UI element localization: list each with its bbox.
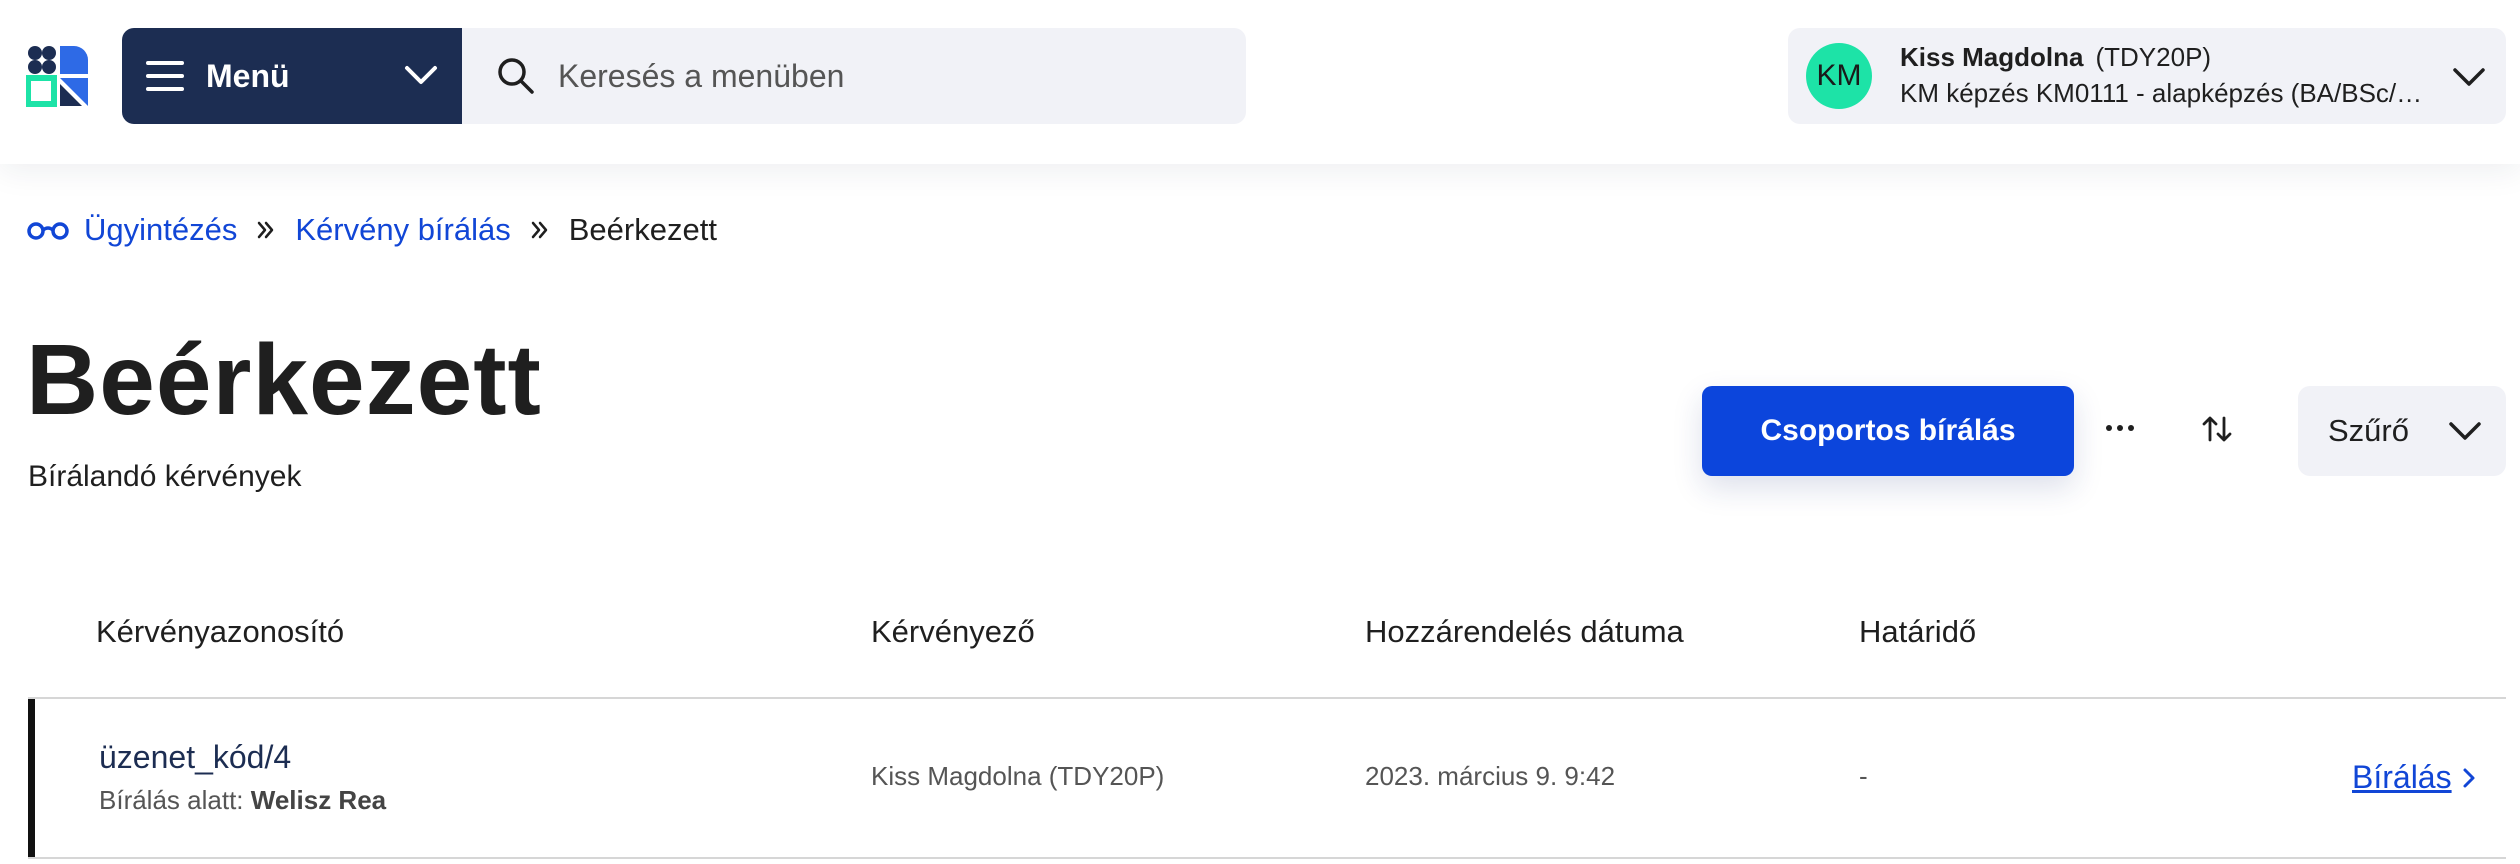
user-name: Kiss Magdolna (1900, 42, 2084, 72)
chevron-down-icon (2449, 422, 2481, 440)
breadcrumb-link-kerveny-biralas[interactable]: Kérvény bírálás (295, 212, 510, 248)
menu-button-label: Menü (206, 57, 290, 94)
request-id: üzenet_kód/4 (99, 739, 292, 775)
column-header-assigned-date[interactable]: Hozzárendelés dátuma (1365, 614, 1684, 650)
user-name-line: Kiss Magdolna (TDY20P) (1900, 42, 2211, 73)
sort-arrows-icon (2202, 416, 2232, 442)
column-header-applicant[interactable]: Kérvényező (871, 614, 1035, 650)
menu-search (462, 28, 1246, 124)
sort-button[interactable] (2194, 406, 2240, 452)
chevron-right-icon (2463, 768, 2475, 787)
menu-button[interactable]: Menü (122, 28, 462, 124)
search-input[interactable] (558, 57, 1208, 95)
more-horizontal-icon (2106, 425, 2134, 431)
page-subtitle: Bírálandó kérvények (28, 460, 302, 493)
more-options-button[interactable] (2098, 406, 2142, 450)
glasses-icon (26, 218, 70, 242)
reviewer-name: Welisz Rea (250, 785, 387, 815)
breadcrumb-link-ugyintezes[interactable]: Ügyintézés (84, 212, 237, 248)
column-header-id[interactable]: Kérvényazonosító (96, 614, 344, 650)
review-link-label: Bírálás (2352, 759, 2452, 795)
breadcrumb: Ügyintézés Kérvény bírálás Beérkezett (26, 212, 717, 248)
assigned-date-cell: 2023. március 9. 9:42 (1365, 761, 1616, 791)
user-profile-selector[interactable]: KM Kiss Magdolna (TDY20P) KM képzés KM011… (1788, 28, 2506, 124)
search-icon (498, 58, 534, 94)
review-status: Bírálás alatt: Welisz Rea (99, 785, 386, 816)
app-logo-icon[interactable] (26, 44, 90, 108)
row-indicator-bar (28, 699, 35, 857)
user-code: (TDY20P) (2095, 42, 2212, 72)
group-review-button[interactable]: Csoportos bírálás (1702, 386, 2074, 476)
applicant-cell: Kiss Magdolna (TDY20P) (871, 761, 1165, 791)
user-program: KM képzés KM0111 - alapképzés (BA/BSc/BA… (1900, 78, 2430, 108)
chevron-down-icon (405, 66, 437, 84)
page-title: Beérkezett (26, 324, 542, 436)
double-chevron-right-icon (531, 220, 549, 240)
top-bar: Menü KM Kiss Magdolna (TDY20P) KM képzés … (0, 0, 2520, 164)
review-link[interactable]: Bírálás (2352, 759, 2476, 796)
review-status-label: Bírálás alatt: (99, 785, 244, 815)
breadcrumb-current: Beérkezett (568, 212, 717, 247)
hamburger-icon (146, 61, 184, 91)
double-chevron-right-icon (257, 220, 275, 240)
deadline-cell: - (1859, 761, 1868, 791)
filter-dropdown[interactable]: Szűrő (2298, 386, 2506, 476)
table-row[interactable]: üzenet_kód/4 Bírálás alatt: Welisz Rea K… (28, 699, 2506, 859)
chevron-down-icon (2453, 68, 2485, 86)
column-header-deadline[interactable]: Határidő (1859, 614, 1976, 650)
avatar: KM (1806, 43, 1872, 109)
filter-label: Szűrő (2328, 413, 2409, 448)
